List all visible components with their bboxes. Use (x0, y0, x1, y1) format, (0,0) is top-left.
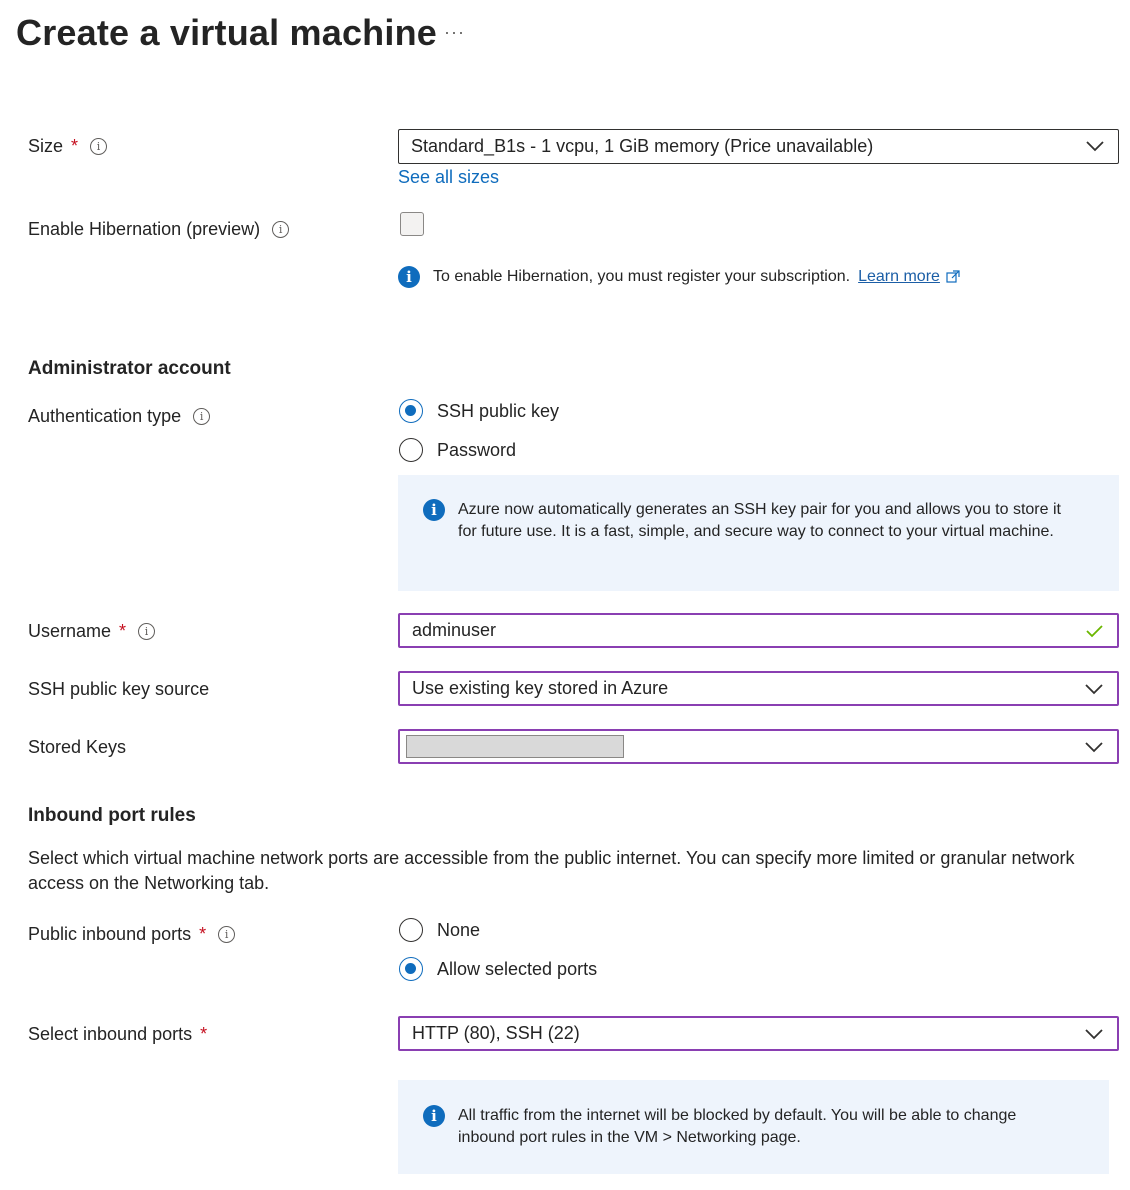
select-ports-label: Select inbound ports * (28, 1022, 207, 1046)
admin-section-heading: Administrator account (28, 358, 231, 379)
checkmark-icon (1086, 625, 1103, 638)
info-circle-icon: i (423, 1105, 445, 1127)
page-title: Create a virtual machine (16, 12, 437, 53)
required-marker: * (200, 1023, 208, 1044)
see-all-sizes-link[interactable]: See all sizes (398, 167, 499, 188)
username-input-value: adminuser (412, 620, 497, 640)
radio-label: None (437, 919, 481, 940)
more-options-button[interactable]: ··· (444, 22, 465, 43)
ssh-info-text: Azure now automatically generates an SSH… (458, 501, 1061, 540)
key-source-dropdown[interactable]: Use existing key stored in Azure (398, 671, 1119, 706)
required-marker: * (199, 923, 207, 944)
select-ports-dropdown[interactable]: HTTP (80), SSH (22) (398, 1016, 1119, 1051)
traffic-info-text: All traffic from the internet will be bl… (458, 1107, 1017, 1146)
hibernation-label: Enable Hibernation (preview) i (28, 217, 290, 241)
radio-button[interactable] (399, 438, 423, 462)
size-dropdown-value: Standard_B1s - 1 vcpu, 1 GiB memory (Pri… (411, 136, 874, 156)
chevron-down-icon (1085, 742, 1103, 753)
ssh-info-box: i Azure now automatically generates an S… (398, 475, 1119, 591)
hibernation-notice: i To enable Hibernation, you must regist… (398, 266, 960, 288)
stored-keys-label-text: Stored Keys (28, 736, 127, 757)
chevron-down-icon (1085, 684, 1103, 695)
info-circle-icon: i (423, 499, 445, 521)
learn-more-link[interactable]: Learn more (858, 268, 940, 286)
external-link-icon (946, 270, 960, 283)
public-ports-label: Public inbound ports * i (28, 922, 236, 946)
info-icon[interactable]: i (218, 925, 236, 943)
radio-label: SSH public key (437, 400, 560, 421)
redacted-key-value (406, 735, 624, 758)
hibernation-checkbox[interactable] (400, 212, 424, 236)
info-icon[interactable]: i (138, 622, 156, 640)
info-icon[interactable]: i (272, 220, 290, 238)
traffic-info-box: i All traffic from the internet will be … (398, 1080, 1109, 1174)
info-icon[interactable]: i (90, 137, 108, 155)
size-dropdown[interactable]: Standard_B1s - 1 vcpu, 1 GiB memory (Pri… (398, 129, 1119, 164)
radio-ssh-public-key[interactable]: SSH public key (399, 397, 559, 425)
radio-button[interactable] (399, 918, 423, 942)
required-marker: * (119, 620, 127, 641)
auth-type-label: Authentication type i (28, 404, 211, 428)
hibernation-notice-text: To enable Hibernation, you must register… (433, 268, 851, 285)
radio-label: Password (437, 439, 517, 460)
username-label-text: Username (28, 620, 112, 641)
stored-keys-label: Stored Keys (28, 735, 126, 759)
required-marker: * (71, 135, 79, 156)
radio-none[interactable]: None (399, 916, 480, 944)
chevron-down-icon (1086, 141, 1104, 152)
username-input[interactable]: adminuser (398, 613, 1119, 648)
select-ports-label-text: Select inbound ports (28, 1023, 193, 1044)
select-ports-value: HTTP (80), SSH (22) (412, 1023, 580, 1043)
info-icon[interactable]: i (193, 407, 211, 425)
public-ports-label-text: Public inbound ports (28, 923, 192, 944)
auth-type-label-text: Authentication type (28, 405, 182, 426)
inbound-description: Select which virtual machine network por… (28, 848, 1075, 893)
chevron-down-icon (1085, 1029, 1103, 1040)
key-source-label: SSH public key source (28, 677, 209, 701)
key-source-label-text: SSH public key source (28, 678, 210, 699)
radio-password[interactable]: Password (399, 436, 516, 464)
radio-label: Allow selected ports (437, 958, 598, 979)
radio-button-selected[interactable] (399, 399, 423, 423)
size-label: Size * i (28, 134, 108, 158)
hibernation-label-text: Enable Hibernation (preview) (28, 218, 261, 239)
inbound-section-heading: Inbound port rules (28, 805, 196, 826)
username-label: Username * i (28, 619, 156, 643)
stored-keys-dropdown[interactable] (398, 729, 1119, 764)
radio-allow-selected-ports[interactable]: Allow selected ports (399, 955, 597, 983)
size-label-text: Size (28, 135, 64, 156)
radio-button-selected[interactable] (399, 957, 423, 981)
key-source-value: Use existing key stored in Azure (412, 678, 669, 698)
info-circle-icon: i (398, 266, 420, 288)
